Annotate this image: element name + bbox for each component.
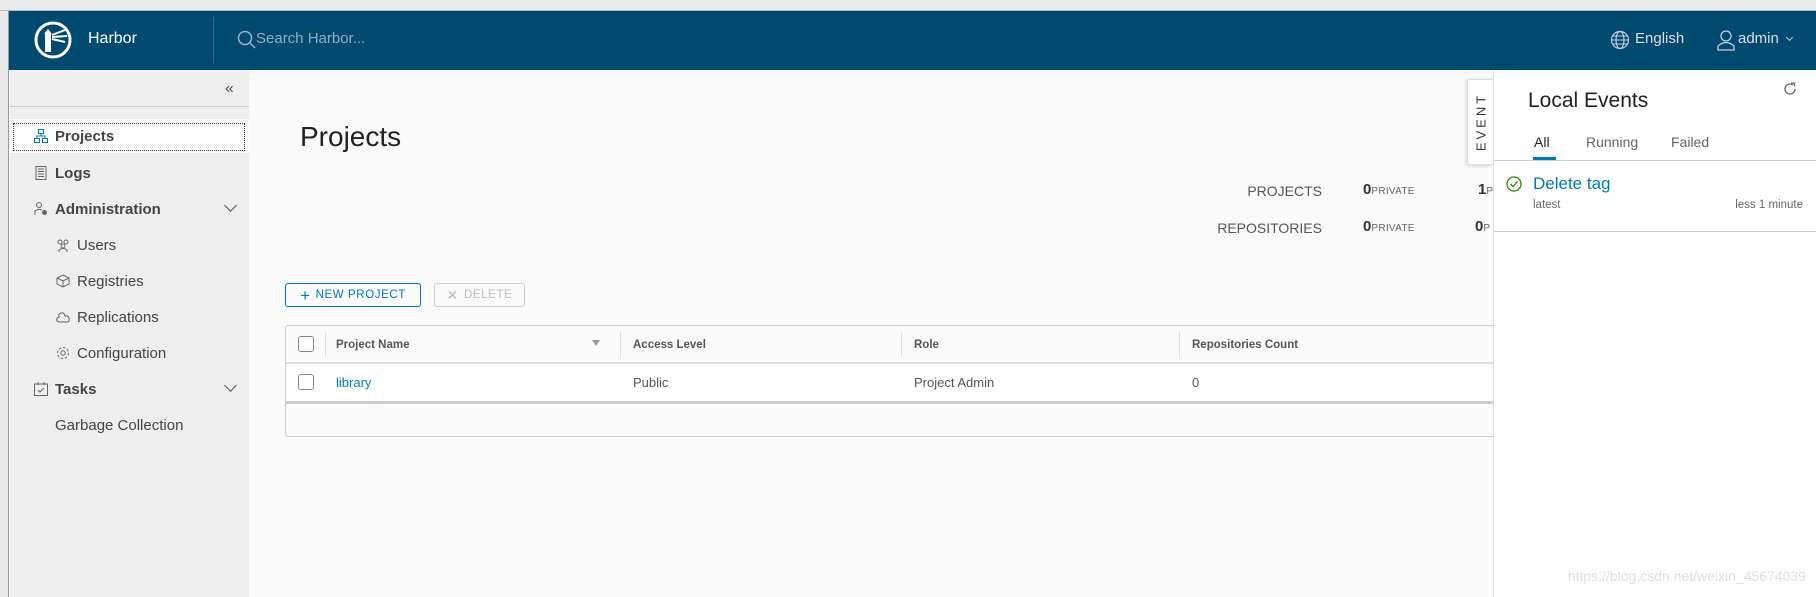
watermark: https://blog.csdn.net/weixin_45674039: [1567, 568, 1806, 584]
globe-icon: [1610, 30, 1630, 50]
column-divider: [1179, 332, 1180, 357]
event-title-link[interactable]: Delete tag: [1533, 174, 1611, 194]
sidebar-item-administration[interactable]: Administration: [10, 192, 249, 226]
browser-strip: [0, 0, 1816, 11]
plus-icon: +: [300, 285, 311, 305]
panel-title: Local Events: [1528, 89, 1649, 112]
select-all-checkbox[interactable]: [298, 336, 314, 352]
header-divider: [213, 17, 214, 63]
sidebar-item-registries[interactable]: Registries: [10, 264, 249, 298]
event-subtitle: latest: [1533, 199, 1561, 211]
event-divider: [1494, 231, 1816, 232]
sidebar-item-label: Administration: [55, 200, 161, 218]
window-edge: [0, 11, 9, 597]
app-name[interactable]: Harbor: [88, 30, 137, 48]
repositories-stat-label: REPOSITORIES: [1217, 220, 1322, 236]
repositories-private-count: 0PRIVATE: [1363, 218, 1415, 235]
new-project-button[interactable]: + NEW PROJECT: [285, 283, 421, 307]
column-header-repositories-count[interactable]: Repositories Count: [1192, 326, 1298, 363]
button-label: NEW PROJECT: [315, 289, 406, 301]
sidebar-item-logs[interactable]: Logs: [10, 156, 249, 190]
administration-icon: [34, 202, 47, 215]
tabs-divider: [1494, 160, 1816, 161]
search-icon: [237, 30, 256, 49]
projects-stat-label: PROJECTS: [1247, 183, 1322, 199]
event-tab[interactable]: EVENT: [1467, 79, 1493, 165]
projects-icon: [34, 129, 48, 143]
filter-icon[interactable]: [592, 340, 600, 346]
replications-icon: [56, 312, 70, 323]
column-header-access-level[interactable]: Access Level: [633, 326, 706, 363]
event-tab-label: EVENT: [1473, 92, 1488, 152]
sidebar-item-label: Garbage Collection: [55, 416, 184, 434]
local-events-panel: Local Events All Running Failed Delete t…: [1493, 70, 1816, 597]
language-selector[interactable]: English: [1635, 30, 1684, 47]
row-border: [286, 401, 1493, 404]
sidebar-item-label: Configuration: [77, 344, 167, 362]
registries-icon: [56, 274, 70, 288]
sidebar-item-users[interactable]: Users: [10, 228, 249, 262]
tab-failed[interactable]: Failed: [1671, 134, 1709, 150]
column-header-project-name[interactable]: Project Name: [336, 326, 410, 363]
chevron-down-icon[interactable]: [1785, 33, 1794, 42]
search-input[interactable]: Search Harbor...: [256, 30, 365, 47]
chevron-down-icon[interactable]: [224, 199, 237, 212]
column-divider: [901, 332, 902, 357]
projects-private-count: 0PRIVATE: [1363, 181, 1415, 198]
sidebar-item-label: Logs: [55, 164, 91, 182]
sidebar-item-projects[interactable]: Projects: [10, 119, 249, 153]
collapse-sidebar-icon[interactable]: «: [225, 80, 234, 98]
projects-table: Project Name Access Level Role Repositor…: [285, 325, 1493, 437]
logs-icon: [35, 166, 47, 180]
sidebar-item-configuration[interactable]: Configuration: [10, 336, 249, 370]
project-name-link[interactable]: library: [336, 363, 371, 401]
sidebar-item-tasks[interactable]: Tasks: [10, 372, 249, 406]
sidebar-item-label: Replications: [77, 308, 159, 326]
access-level-cell: Public: [633, 374, 669, 390]
user-menu[interactable]: admin: [1738, 30, 1779, 47]
users-icon: [57, 239, 69, 252]
sidebar-item-garbage-collection[interactable]: Garbage Collection: [10, 408, 249, 442]
button-label: DELETE: [464, 289, 513, 301]
tasks-icon: [34, 382, 48, 396]
top-header: Harbor Search Harbor... English admin: [9, 11, 1816, 70]
sidebar-item-label: Registries: [77, 272, 144, 290]
column-divider: [620, 332, 621, 357]
delete-button[interactable]: ✕ DELETE: [434, 283, 525, 307]
user-icon: [1717, 30, 1735, 51]
close-icon: ✕: [446, 287, 459, 303]
page-title: Projects: [300, 121, 402, 152]
sidebar-divider: [10, 106, 249, 107]
projects-public-count: 1P: [1478, 181, 1494, 198]
success-check-icon: [1506, 176, 1522, 192]
chevron-down-icon[interactable]: [224, 379, 237, 392]
sidebar-item-label: Users: [77, 236, 117, 254]
repositories-count-cell: 0: [1192, 374, 1200, 390]
sidebar-item-label: Tasks: [55, 380, 97, 398]
column-divider: [325, 332, 326, 357]
gear-icon: [57, 347, 69, 359]
repositories-public-count: 0P: [1475, 218, 1491, 235]
sidebar-item-replications[interactable]: Replications: [10, 300, 249, 334]
tab-all[interactable]: All: [1534, 134, 1550, 150]
column-header-role[interactable]: Role: [914, 326, 939, 363]
sidebar: « Projects Logs Administration Users Reg…: [10, 70, 249, 597]
table-row[interactable]: [286, 364, 1493, 402]
refresh-icon[interactable]: [1782, 81, 1798, 97]
harbor-logo[interactable]: [33, 20, 73, 60]
tab-running[interactable]: Running: [1586, 134, 1638, 150]
role-cell: Project Admin: [914, 374, 995, 390]
event-time: less 1 minute: [1735, 199, 1803, 211]
row-checkbox[interactable]: [298, 374, 314, 390]
